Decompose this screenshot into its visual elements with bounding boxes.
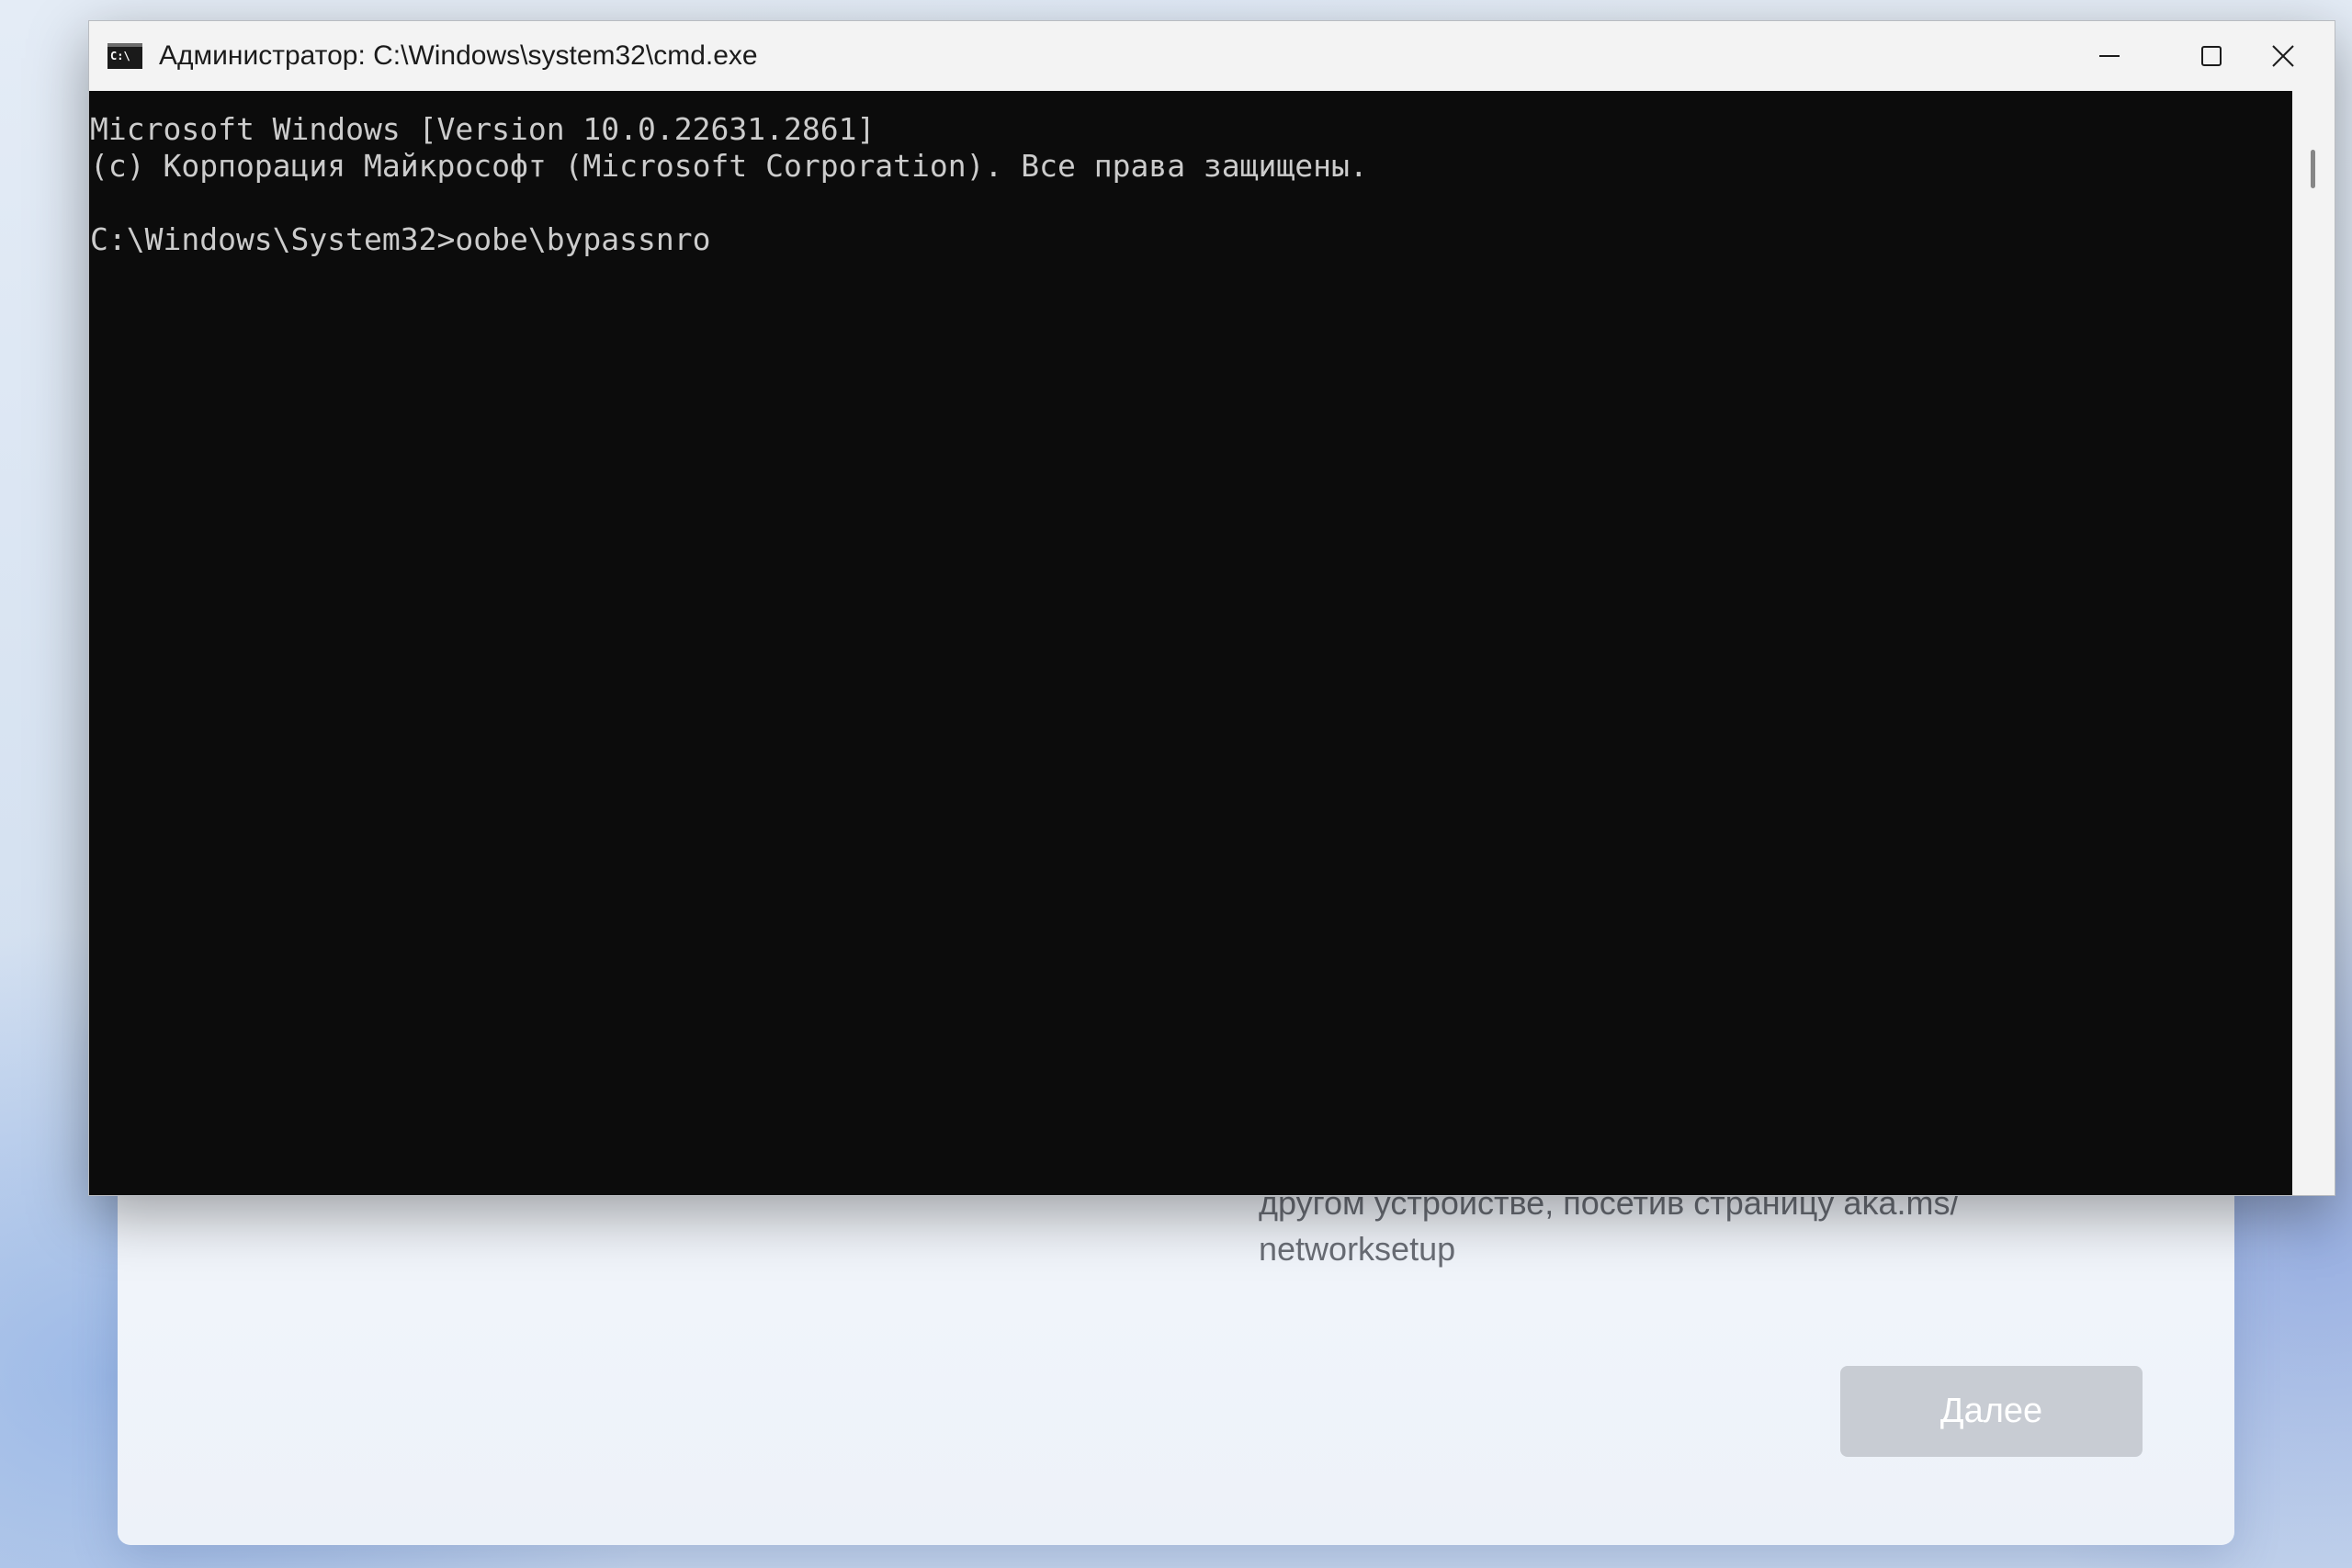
minimize-button[interactable] [2059, 21, 2160, 91]
scrollbar-thumb[interactable] [2311, 150, 2315, 188]
vertical-scrollbar[interactable] [2292, 91, 2335, 1195]
close-button[interactable] [2233, 21, 2334, 91]
close-icon [2272, 45, 2294, 67]
console-output[interactable]: Microsoft Windows [Version 10.0.22631.28… [89, 91, 2292, 1195]
maximize-icon [2201, 46, 2222, 66]
title-bar[interactable]: C:\ Администратор: C:\Windows\system32\c… [89, 21, 2335, 91]
console-window: C:\ Администратор: C:\Windows\system32\c… [88, 20, 2335, 1196]
console-line: (c) Корпорация Майкрософт (Microsoft Cor… [90, 148, 1368, 184]
next-button[interactable]: Далее [1840, 1366, 2143, 1457]
minimize-icon [2099, 55, 2120, 57]
setup-description-line: networksetup [1259, 1230, 1456, 1268]
console-line: Microsoft Windows [Version 10.0.22631.28… [90, 111, 876, 147]
window-title: Администратор: C:\Windows\system32\cmd.e… [159, 40, 758, 71]
cmd-icon: C:\ [107, 43, 142, 69]
command-prompt-line: C:\Windows\System32>oobe\bypassnro [90, 221, 711, 257]
